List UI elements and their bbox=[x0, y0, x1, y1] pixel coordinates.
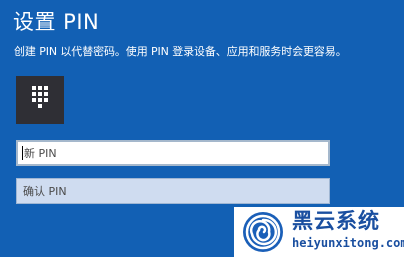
new-pin-input[interactable] bbox=[16, 140, 330, 166]
watermark-url: heiyunxitong.com bbox=[292, 236, 404, 250]
page-title: 设置 PIN bbox=[13, 10, 100, 34]
text-caret bbox=[22, 146, 23, 160]
watermark-brand: 黑云系统 bbox=[292, 209, 380, 233]
spiral-logo-icon bbox=[243, 212, 283, 252]
numeric-keypad-icon bbox=[32, 86, 48, 108]
watermark: 黑云系统 heiyunxitong.com bbox=[234, 207, 404, 257]
confirm-pin-input[interactable] bbox=[16, 178, 330, 204]
keypad-tile bbox=[16, 76, 64, 124]
page-description: 创建 PIN 以代替密码。使用 PIN 登录设备、应用和服务时会更容易。 bbox=[14, 45, 347, 58]
